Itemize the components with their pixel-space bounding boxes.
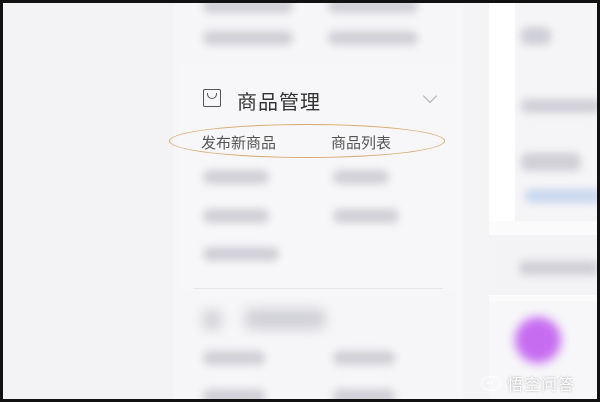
blurred-text [521, 27, 551, 45]
blurred-menu-item[interactable] [203, 209, 269, 223]
blurred-section-icon [203, 311, 221, 329]
watermark: 悟空问答 [481, 371, 575, 395]
blurred-menu-item[interactable] [333, 351, 395, 365]
blurred-menu-item[interactable] [333, 170, 389, 184]
blurred-menu-item[interactable] [203, 247, 279, 261]
section-divider [193, 288, 443, 289]
publish-new-product-link[interactable]: 发布新商品 [201, 132, 276, 153]
blurred-section-title[interactable] [245, 309, 325, 329]
blurred-text [521, 99, 597, 113]
shopping-bag-icon [203, 89, 221, 107]
blurred-menu-item[interactable] [203, 31, 293, 45]
blurred-menu-item[interactable] [328, 31, 418, 45]
screenshot-frame: 商品管理 发布新商品 商品列表 悟空问答 [0, 0, 600, 402]
blurred-menu-item[interactable] [333, 389, 395, 399]
blurred-text [519, 261, 597, 275]
blurred-text [521, 153, 581, 171]
blurred-menu-item[interactable] [333, 209, 399, 223]
blurred-menu-item[interactable] [203, 170, 269, 184]
avatar[interactable] [515, 317, 561, 363]
blurred-menu-item[interactable] [203, 389, 265, 399]
content-left-area [3, 3, 173, 399]
blurred-menu-item[interactable] [328, 3, 418, 13]
blurred-link[interactable] [525, 189, 597, 203]
product-list-link[interactable]: 商品列表 [331, 132, 391, 153]
chevron-down-icon[interactable] [422, 88, 438, 104]
chat-bubble-icon [481, 374, 503, 392]
right-panel-card [489, 235, 597, 295]
product-management-header[interactable]: 商品管理 [199, 85, 449, 117]
watermark-text: 悟空问答 [507, 375, 576, 394]
right-panel-card [515, 3, 597, 221]
section-title: 商品管理 [237, 90, 321, 114]
blurred-menu-item[interactable] [203, 351, 265, 365]
blurred-menu-item[interactable] [203, 3, 293, 13]
